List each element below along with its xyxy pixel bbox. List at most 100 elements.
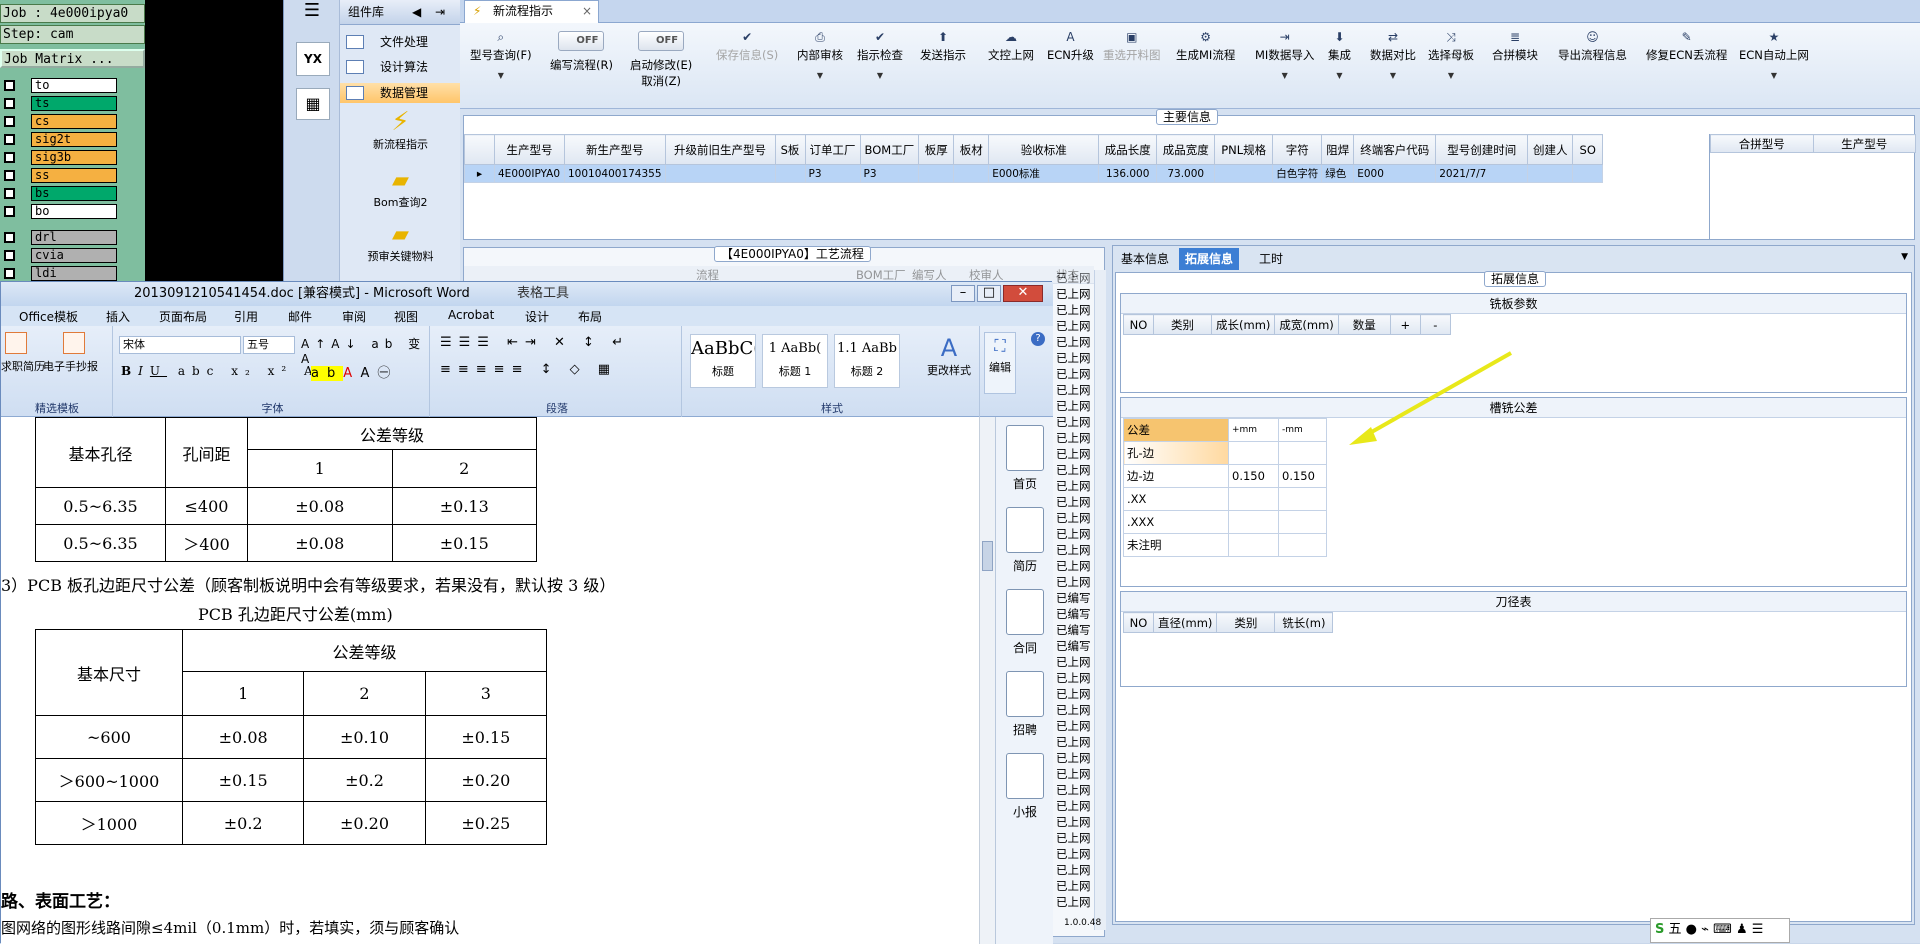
style-1[interactable]: 1 AaBb(标题 1: [762, 334, 828, 388]
tool-new-flow[interactable]: ⚡ 新流程指示: [340, 108, 461, 152]
sidebar-item[interactable]: 小报: [1002, 753, 1048, 820]
detail-tab[interactable]: 基本信息: [1115, 248, 1175, 270]
word-tab[interactable]: 审阅: [342, 308, 366, 325]
chevron-down-icon[interactable]: ▼: [470, 71, 532, 80]
status-cell[interactable]: 已上网: [1056, 510, 1094, 526]
info-cell[interactable]: [664, 164, 776, 183]
info-cell[interactable]: [1527, 164, 1574, 183]
info-cell[interactable]: [1572, 164, 1604, 183]
info-cell[interactable]: [953, 164, 990, 183]
word-tab[interactable]: Office模板: [19, 308, 78, 325]
layer-checkbox[interactable]: [4, 250, 15, 261]
status-cell[interactable]: 已上网: [1056, 654, 1094, 670]
minimize-button[interactable]: –: [951, 285, 975, 302]
toolbar-button-13[interactable]: ⇄ 数据对比 ▼: [1370, 31, 1416, 80]
status-cell[interactable]: 已上网: [1056, 574, 1094, 590]
info-cell[interactable]: E000: [1353, 164, 1437, 183]
tolerance-cell[interactable]: [1228, 441, 1279, 465]
layer-name[interactable]: cvia: [31, 248, 117, 263]
layer-checkbox[interactable]: [4, 206, 15, 217]
status-cell[interactable]: 已上网: [1056, 798, 1094, 814]
toolbar-button-4[interactable]: ⎙ 内部审核 ▼: [797, 31, 843, 80]
info-column-header[interactable]: SO: [1572, 134, 1604, 165]
layer-name[interactable]: bo: [31, 204, 117, 219]
word-tab[interactable]: Acrobat: [448, 308, 494, 322]
job-matrix-button[interactable]: Job Matrix ...: [0, 49, 145, 68]
status-cell[interactable]: 已上网: [1056, 478, 1094, 494]
tolerance-row[interactable]: 孔-边: [1123, 441, 1327, 465]
status-cell[interactable]: 已上网: [1056, 686, 1094, 702]
layer-name[interactable]: drl: [31, 230, 117, 245]
word-tab[interactable]: 页面布局: [159, 308, 207, 325]
style-0[interactable]: AaBbC(标题: [690, 334, 756, 388]
status-cell[interactable]: 已上网: [1056, 430, 1094, 446]
layer-checkbox[interactable]: [4, 268, 15, 279]
style-2[interactable]: 1.1 AaBb 标题 2: [834, 334, 900, 388]
info-cell[interactable]: [1214, 164, 1274, 183]
component-item-file[interactable]: 文件处理: [340, 32, 461, 52]
word-tab[interactable]: 视图: [394, 308, 418, 325]
merge-column-header[interactable]: 合拼型号: [1710, 134, 1814, 153]
tolerance-cell[interactable]: 边-边: [1123, 464, 1229, 488]
status-cell[interactable]: 已上网: [1056, 286, 1094, 302]
logout-icon[interactable]: ⇥: [435, 0, 445, 24]
word-tab[interactable]: 设计: [525, 308, 549, 325]
status-cell[interactable]: 已上网: [1056, 734, 1094, 750]
status-cell[interactable]: 已上网: [1056, 366, 1094, 382]
info-cell[interactable]: 136.000: [1098, 164, 1158, 183]
calculator-icon[interactable]: ▦: [296, 88, 330, 120]
info-cell[interactable]: [774, 164, 806, 183]
mill-column-header[interactable]: +: [1389, 314, 1421, 335]
status-cell[interactable]: 已上网: [1056, 350, 1094, 366]
process-column-header[interactable]: 状态: [1056, 267, 1079, 283]
tolerance-cell[interactable]: [1228, 487, 1279, 511]
layer-checkbox[interactable]: [4, 232, 15, 243]
chevron-down-icon[interactable]: ▼: [1255, 71, 1314, 80]
edit-button[interactable]: ⛶ 编辑: [984, 332, 1016, 394]
status-cell[interactable]: 已上网: [1056, 446, 1094, 462]
resume-button[interactable]: 求职简历: [1, 358, 45, 374]
layer-checkbox[interactable]: [4, 80, 15, 91]
highlight-icon[interactable]: ab: [311, 366, 344, 381]
tolerance-header[interactable]: -mm: [1278, 418, 1327, 442]
tolerance-header[interactable]: 公差: [1123, 418, 1229, 442]
toolbar-button-11[interactable]: ⇥ MI数据导入 ▼: [1255, 31, 1314, 80]
status-cell[interactable]: 已上网: [1056, 334, 1094, 350]
chevron-down-icon[interactable]: ▼: [1328, 71, 1351, 80]
tolerance-cell[interactable]: [1228, 510, 1279, 534]
word-tab[interactable]: 插入: [106, 308, 130, 325]
tolerance-row[interactable]: .XX: [1123, 487, 1327, 511]
toolbar-button-6[interactable]: ⬆ 发送指示: [920, 31, 966, 63]
layer-checkbox[interactable]: [4, 170, 15, 181]
layer-row[interactable]: to: [2, 77, 144, 94]
info-cell[interactable]: 绿色: [1321, 164, 1355, 183]
collapse-icon[interactable]: ◀: [412, 0, 421, 24]
toolbar-button-2[interactable]: OFF 启动修改(E) 取消(Z): [630, 31, 692, 89]
info-cell[interactable]: 73.000: [1156, 164, 1216, 183]
toolbar-button-8[interactable]: A ECN升级: [1047, 31, 1094, 63]
status-cell[interactable]: 已上网: [1056, 382, 1094, 398]
toolbar-button-15[interactable]: ≣ 合拼模块: [1492, 31, 1538, 63]
status-cell[interactable]: 已上网: [1056, 830, 1094, 846]
status-cell[interactable]: 已上网: [1056, 318, 1094, 334]
toolbar-button-1[interactable]: OFF 编写流程(R): [550, 31, 613, 73]
font-color-buttons[interactable]: abAA㊀: [311, 362, 398, 381]
toolbar-button-3[interactable]: ✔ 保存信息(S): [716, 31, 778, 63]
status-cell[interactable]: 已上网: [1056, 526, 1094, 542]
layer-row[interactable]: sig2t: [2, 131, 144, 148]
cutter-column-header[interactable]: 铣长(m): [1274, 612, 1334, 633]
font-size-select[interactable]: 五号: [243, 336, 295, 354]
mill-column-header[interactable]: 成宽(mm): [1274, 314, 1339, 335]
info-column-header[interactable]: S板: [774, 134, 806, 165]
info-cell[interactable]: [918, 164, 955, 183]
newspaper-button[interactable]: 电子手抄报: [43, 358, 98, 374]
layer-name[interactable]: cs: [31, 114, 117, 129]
layer-checkbox[interactable]: [4, 188, 15, 199]
toolbar-button-10[interactable]: ⚙ 生成MI流程: [1176, 31, 1235, 63]
help-icon[interactable]: ?: [1031, 332, 1045, 346]
scroll-thumb[interactable]: [982, 541, 993, 571]
status-cell[interactable]: 已上网: [1056, 542, 1094, 558]
info-column-header[interactable]: 型号创建时间: [1435, 134, 1529, 165]
close-button[interactable]: ✕: [1003, 285, 1043, 302]
status-cell[interactable]: 已编写: [1056, 606, 1094, 622]
